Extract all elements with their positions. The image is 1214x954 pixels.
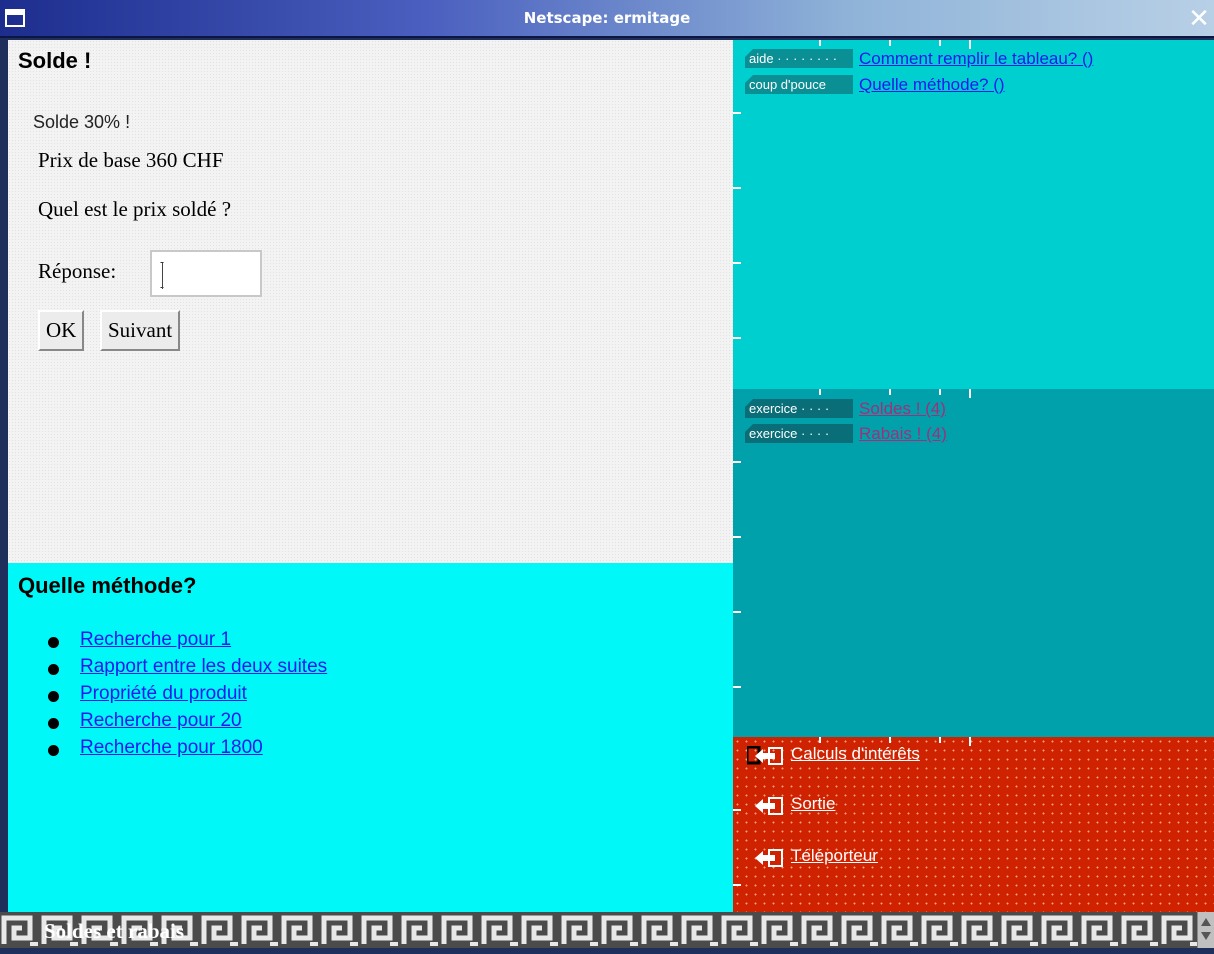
left-edge (0, 40, 8, 912)
ruler-tick (819, 389, 821, 395)
title-banner: Soldes et rabais (0, 912, 1197, 948)
text-cursor-icon (160, 262, 164, 289)
ruler-tick (969, 40, 971, 49)
ruler-tick (939, 737, 941, 743)
method-link-recherche-1800[interactable]: Recherche pour 1800 (80, 737, 263, 759)
window-title: Netscape: ermitage (523, 9, 691, 27)
method-link-rapport[interactable]: Rapport entre les deux suites (80, 656, 327, 678)
help-link-methode[interactable]: Quelle méthode? () (859, 75, 1005, 95)
ruler-tick (733, 262, 741, 264)
exit-arrow-icon (755, 797, 783, 815)
bottom-border (0, 948, 1214, 954)
hint-tag: coup d'pouce (745, 75, 853, 94)
method-frame: Quelle méthode? Recherche pour 1 Rapport… (8, 563, 733, 912)
ruler-tick (733, 686, 741, 688)
ruler-tick (733, 536, 741, 538)
method-link-propriete[interactable]: Propriété du produit (80, 683, 247, 705)
method-heading: Quelle méthode? (18, 573, 197, 598)
ruler-tick (889, 40, 891, 46)
ruler-tick (733, 884, 741, 886)
ruler-tick (969, 389, 971, 398)
method-link-recherche-20[interactable]: Recherche pour 20 (80, 710, 242, 732)
window-titlebar: Netscape: ermitage ✕ (0, 0, 1214, 38)
ok-button[interactable]: OK (38, 310, 85, 351)
ruler-tick (733, 337, 741, 339)
ruler-tick (733, 187, 741, 189)
exercise-list-frame: exercice · · · · Soldes ! (4) exercice ·… (733, 389, 1214, 737)
ruler-tick (889, 737, 891, 743)
nav-link-calculs[interactable]: Calculs d'intérêts (791, 744, 920, 764)
exercise-frame: Solde ! Solde 30% ! Prix de base 360 CHF… (8, 40, 733, 563)
banner-scrollbar[interactable] (1197, 912, 1214, 948)
ruler-tick (733, 809, 741, 811)
exercise-link-rabais[interactable]: Rabais ! (4) (859, 424, 947, 444)
scroll-up-icon[interactable] (1201, 918, 1211, 926)
ruler-tick (939, 389, 941, 395)
exercise-heading: Solde ! (18, 48, 92, 73)
next-button[interactable]: Suivant (100, 310, 181, 351)
exercise-tag: exercice · · · · (745, 399, 853, 418)
exit-arrow-icon (747, 746, 783, 765)
close-icon[interactable]: ✕ (1184, 2, 1214, 36)
question-text: Quel est le prix soldé ? (38, 197, 232, 221)
banner-title: Soldes et rabais (44, 919, 185, 943)
ruler-tick (733, 112, 741, 114)
help-link-tableau[interactable]: Comment remplir le tableau? () (859, 49, 1093, 69)
help-tag: aide · · · · · · · · (745, 49, 853, 68)
nav-link-teleporteur[interactable]: Téléporteur (791, 846, 878, 866)
navigation-frame: Calculs d'intérêts Sortie Téléporteur (733, 737, 1214, 912)
ruler-tick (819, 40, 821, 46)
method-link-recherche-1[interactable]: Recherche pour 1 (80, 629, 231, 651)
ruler-tick (733, 611, 741, 613)
ruler-tick (733, 461, 741, 463)
exercise-tag: exercice · · · · (745, 424, 853, 443)
ruler-tick (969, 737, 971, 746)
exercise-subtitle: Solde 30% ! (33, 112, 131, 132)
ruler-tick (889, 389, 891, 395)
ruler-tick (939, 40, 941, 46)
exit-arrow-icon (755, 849, 783, 867)
answer-input[interactable] (150, 250, 262, 297)
base-price-text: Prix de base 360 CHF (38, 148, 224, 172)
scroll-down-icon[interactable] (1201, 932, 1211, 940)
help-frame: aide · · · · · · · · Comment remplir le … (733, 40, 1214, 389)
exercise-link-soldes[interactable]: Soldes ! (4) (859, 399, 946, 419)
answer-label: Réponse: (38, 259, 117, 283)
ruler-tick (819, 737, 821, 743)
nav-link-sortie[interactable]: Sortie (791, 794, 835, 814)
